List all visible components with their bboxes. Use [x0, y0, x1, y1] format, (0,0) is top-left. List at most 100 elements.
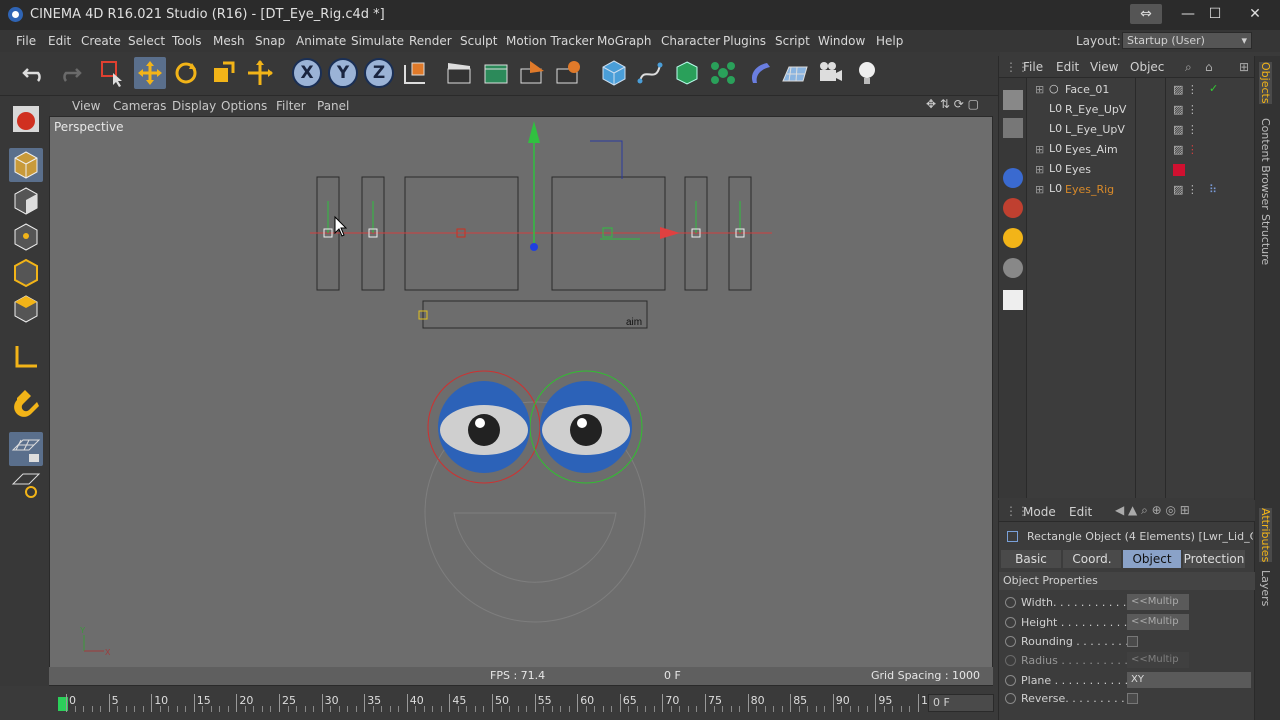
menu-create[interactable]: Create — [81, 34, 121, 48]
menu-plugins[interactable]: Plugins — [723, 34, 766, 48]
light-button[interactable] — [851, 57, 883, 89]
aim-ctrl-rect[interactable] — [422, 300, 648, 329]
obj-menu-edit[interactable]: Edit — [1056, 60, 1079, 74]
prop-width[interactable]: Width. . . . . . . . . . . . <<Multip — [1003, 594, 1253, 612]
spline-pen-button[interactable] — [634, 57, 666, 89]
viewport-perspective[interactable]: Perspective aim Y X — [49, 116, 993, 686]
menu-edit[interactable]: Edit — [48, 34, 71, 48]
menu-render[interactable]: Render — [409, 34, 452, 48]
object-row-face[interactable]: ⊞ ○ Face_01 ▨ ⋮ ✓ — [1029, 80, 1255, 100]
tab-content-browser[interactable]: Content Browser — [1259, 118, 1272, 210]
render-queue-button[interactable] — [516, 57, 548, 89]
resize-arrows-icon[interactable]: ⇔ — [1130, 4, 1162, 24]
obj-menu-objects[interactable]: Objec — [1130, 60, 1164, 74]
expand-icon[interactable]: ⊞ — [1035, 183, 1044, 196]
snap-button[interactable] — [9, 386, 43, 420]
render-view-button[interactable] — [443, 57, 475, 89]
viewport-menu-cameras[interactable]: Cameras — [113, 99, 166, 113]
object-row-eyes[interactable]: ⊞ L0 Eyes — [1029, 160, 1255, 180]
edges-mode-button[interactable] — [9, 256, 43, 290]
tag-icon[interactable] — [1003, 228, 1023, 248]
x-axis-arrow-icon[interactable] — [660, 227, 680, 239]
visibility-icon[interactable]: ▨ ⋮ — [1173, 143, 1198, 156]
menu-file[interactable]: File — [16, 34, 36, 48]
z-axis-lock-button[interactable]: Z — [364, 58, 394, 88]
viewport-menu-view[interactable]: View — [72, 99, 100, 113]
home-icon[interactable]: ⌂ — [1205, 60, 1213, 74]
undo-button[interactable] — [18, 57, 50, 89]
subdivision-surface-button[interactable] — [671, 57, 703, 89]
prop-height[interactable]: Height . . . . . . . . . . . <<Multip — [1003, 614, 1253, 632]
menu-character[interactable]: Character — [661, 34, 720, 48]
multi-transform-button[interactable] — [244, 57, 276, 89]
nav-arrows-icon[interactable]: ◀ ▲ ⌕ ⊕ ◎ ⊞ — [1115, 503, 1190, 518]
tab-attributes[interactable]: Attributes — [1259, 508, 1272, 563]
tab-objects[interactable]: Objects — [1259, 62, 1272, 104]
viewport-menu-filter[interactable]: Filter — [276, 99, 306, 113]
floor-button[interactable] — [779, 57, 811, 89]
y-axis-arrow-icon[interactable] — [528, 121, 540, 143]
animate-radio-icon[interactable] — [1005, 636, 1016, 647]
object-row-eyes-aim[interactable]: ⊞ L0 Eyes_Aim ▨ ⋮ — [1029, 140, 1255, 160]
cube-primitive-button[interactable] — [598, 57, 630, 89]
deformer-button[interactable] — [743, 57, 775, 89]
prop-plane[interactable]: Plane . . . . . . . . . . . . XY — [1003, 672, 1253, 690]
tab-protection[interactable]: Protection — [1183, 550, 1245, 568]
tab-layers[interactable]: Layers — [1259, 570, 1272, 606]
axis-mode-button[interactable] — [9, 340, 43, 374]
current-frame-field[interactable]: 0 F — [928, 694, 994, 712]
menu-snap[interactable]: Snap — [255, 34, 285, 48]
animate-radio-icon[interactable] — [1005, 597, 1016, 608]
scale-button[interactable] — [207, 57, 239, 89]
expand-icon[interactable]: ⊞ — [1035, 143, 1044, 156]
move-button[interactable] — [134, 57, 166, 89]
render-picture-viewer-button[interactable] — [480, 57, 512, 89]
new-panel-icon[interactable]: ⊞ — [1239, 60, 1249, 74]
obj-menu-file[interactable]: File — [1023, 60, 1043, 74]
redo-button[interactable] — [54, 57, 86, 89]
menu-mograph[interactable]: MoGraph — [597, 34, 652, 48]
checker-icon[interactable] — [1003, 290, 1023, 310]
workplane-button[interactable] — [9, 468, 43, 502]
solo-hierarchy-icon[interactable] — [1003, 118, 1023, 138]
make-editable-button[interactable] — [9, 102, 43, 136]
menu-script[interactable]: Script — [775, 34, 810, 48]
tab-structure[interactable]: Structure — [1259, 214, 1272, 265]
height-field[interactable]: <<Multip — [1127, 614, 1189, 630]
workplane-lock-button[interactable] — [9, 432, 43, 466]
menu-select[interactable]: Select — [128, 34, 165, 48]
layout-select[interactable]: Startup (User) ▾ — [1122, 32, 1252, 49]
attr-menu-mode[interactable]: Mode — [1023, 505, 1056, 519]
timeline[interactable]: 0510152025303540455055606570758085909510… — [0, 686, 1000, 720]
model-mode-button[interactable] — [9, 148, 43, 182]
tab-object[interactable]: Object — [1123, 550, 1181, 568]
tag-icon[interactable] — [1003, 258, 1023, 278]
object-row-l-eye-upv[interactable]: L0 L_Eye_UpV ▨ ⋮ — [1029, 120, 1255, 140]
search-icon[interactable]: ⌕ — [1185, 60, 1192, 75]
timeline-ruler[interactable]: 0510152025303540455055606570758085909510… — [58, 690, 942, 716]
cloner-button[interactable] — [707, 57, 739, 89]
z-axis-handle[interactable] — [530, 243, 538, 251]
visibility-icon[interactable]: ▨ ⋮ — [1173, 183, 1198, 196]
x-axis-lock-button[interactable]: X — [292, 58, 322, 88]
animate-radio-icon[interactable] — [1005, 675, 1016, 686]
live-selection-button[interactable] — [97, 57, 129, 89]
animate-radio-icon[interactable] — [1005, 693, 1016, 704]
viewport-navigate-icon[interactable]: ✥ ⇅ ⟳ ▢ — [926, 97, 979, 111]
close-button[interactable]: ✕ — [1243, 4, 1267, 24]
menu-window[interactable]: Window — [818, 34, 865, 48]
tab-coord[interactable]: Coord. — [1063, 550, 1121, 568]
texture-mode-button[interactable] — [9, 184, 43, 218]
menu-sculpt[interactable]: Sculpt — [460, 34, 497, 48]
visibility-icon[interactable]: ▨ ⋮ — [1173, 103, 1198, 116]
menu-animate[interactable]: Animate — [296, 34, 346, 48]
visibility-icon[interactable]: ▨ ⋮ — [1173, 123, 1198, 136]
width-field[interactable]: <<Multip — [1127, 594, 1189, 610]
viewport-menu-options[interactable]: Options — [221, 99, 267, 113]
menu-simulate[interactable]: Simulate — [351, 34, 404, 48]
menu-mesh[interactable]: Mesh — [213, 34, 245, 48]
animate-radio-icon[interactable] — [1005, 617, 1016, 628]
expand-icon[interactable]: ⊞ — [1035, 163, 1044, 176]
render-settings-button[interactable] — [552, 57, 584, 89]
solo-icon[interactable] — [1003, 90, 1023, 110]
